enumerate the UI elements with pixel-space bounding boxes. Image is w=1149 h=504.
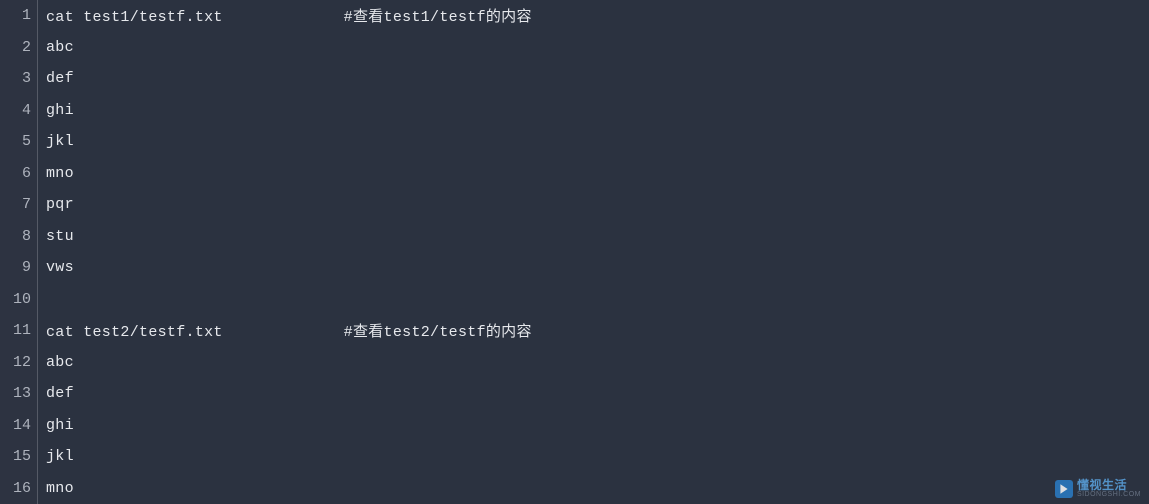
code-text: cat test2/testf.txt #查看test2/testf的内容 — [38, 320, 532, 341]
watermark-domain: SIDONGSHI.COM — [1077, 491, 1141, 498]
code-line: 4ghi — [0, 95, 1149, 127]
code-line: 3def — [0, 63, 1149, 95]
code-line: 8stu — [0, 221, 1149, 253]
code-line: 6mno — [0, 158, 1149, 190]
code-line: 5jkl — [0, 126, 1149, 158]
code-text: pqr — [38, 196, 74, 213]
line-number: 3 — [0, 63, 38, 95]
line-number: 13 — [0, 378, 38, 410]
play-icon — [1055, 480, 1073, 498]
code-text: mno — [38, 480, 74, 497]
line-number: 12 — [0, 347, 38, 379]
code-line: 14ghi — [0, 410, 1149, 442]
watermark: 懂视生活 SIDONGSHI.COM — [1055, 479, 1141, 498]
line-number: 6 — [0, 158, 38, 190]
line-number: 8 — [0, 221, 38, 253]
code-text: mno — [38, 165, 74, 182]
code-line: 1cat test1/testf.txt #查看test1/testf的内容 — [0, 0, 1149, 32]
line-number: 4 — [0, 95, 38, 127]
line-number: 14 — [0, 410, 38, 442]
code-text: jkl — [38, 448, 74, 465]
code-line: 2abc — [0, 32, 1149, 64]
code-block: 1cat test1/testf.txt #查看test1/testf的内容2a… — [0, 0, 1149, 504]
code-text: def — [38, 70, 74, 87]
watermark-text: 懂视生活 SIDONGSHI.COM — [1077, 479, 1141, 498]
code-line: 11cat test2/testf.txt #查看test2/testf的内容 — [0, 315, 1149, 347]
line-number: 15 — [0, 441, 38, 473]
code-line: 15jkl — [0, 441, 1149, 473]
line-number: 5 — [0, 126, 38, 158]
code-text: ghi — [38, 417, 74, 434]
code-line: 16mno — [0, 473, 1149, 504]
line-number: 10 — [0, 284, 38, 316]
code-line: 13def — [0, 378, 1149, 410]
code-text: abc — [38, 39, 74, 56]
code-text: abc — [38, 354, 74, 371]
code-text: def — [38, 385, 74, 402]
line-number: 16 — [0, 473, 38, 504]
line-number: 2 — [0, 32, 38, 64]
code-text: vws — [38, 259, 74, 276]
code-text: jkl — [38, 133, 74, 150]
code-text: ghi — [38, 102, 74, 119]
code-text: stu — [38, 228, 74, 245]
code-line: 9vws — [0, 252, 1149, 284]
code-line: 12abc — [0, 347, 1149, 379]
watermark-brand: 懂视生活 — [1077, 479, 1141, 491]
line-number: 11 — [0, 315, 38, 347]
code-line: 10 — [0, 284, 1149, 316]
line-number: 7 — [0, 189, 38, 221]
code-text: cat test1/testf.txt #查看test1/testf的内容 — [38, 5, 532, 26]
code-line: 7pqr — [0, 189, 1149, 221]
line-number: 1 — [0, 0, 38, 32]
line-number: 9 — [0, 252, 38, 284]
